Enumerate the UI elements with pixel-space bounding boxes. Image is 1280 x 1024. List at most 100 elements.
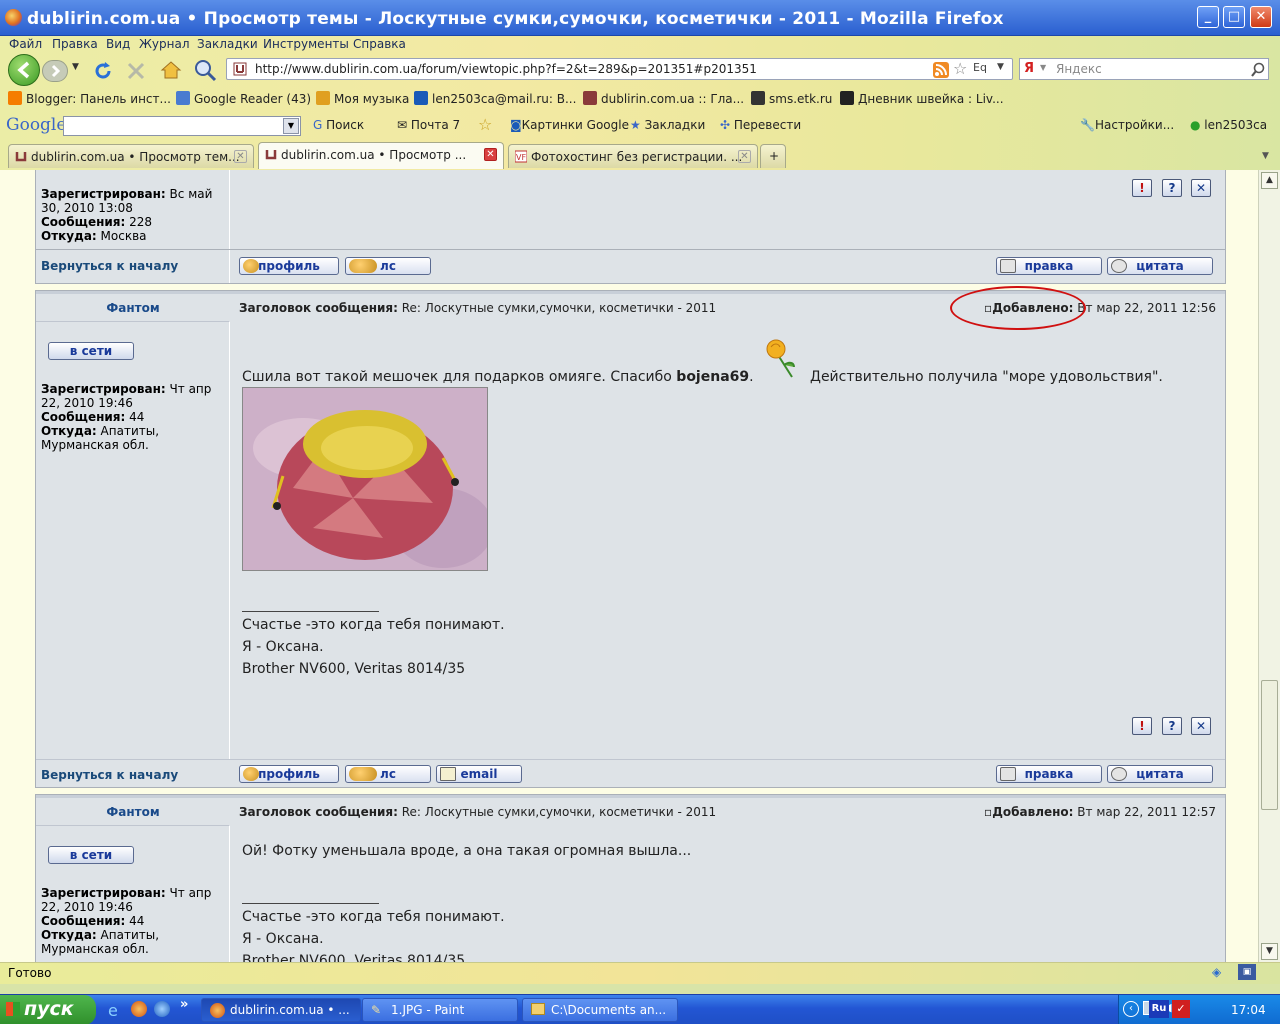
url-bar[interactable]: http://www.dublirin.com.ua/forum/viewtop… [226,58,1013,80]
new-tab-button[interactable]: + [760,144,786,168]
tab-dublirin-2[interactable]: dublirin.com.ua • Просмотр ... ✕ [258,142,504,169]
taskbar-explorer[interactable]: C:\Documents an... [522,998,678,1022]
home-icon[interactable] [160,60,182,80]
mail-icon [414,91,428,105]
google-search-dropdown-icon[interactable]: ▼ [283,118,299,134]
google-search-button[interactable]: G Поиск [313,118,364,132]
bookmark-item[interactable]: Моя музыка [316,91,409,106]
tab-close-icon[interactable]: ✕ [484,148,497,161]
menu-bookmarks[interactable]: Закладки [197,37,258,51]
bookmark-item[interactable]: dublirin.com.ua :: Гла... [583,91,744,106]
minimize-button[interactable]: _ [1197,6,1219,28]
quote-button[interactable]: цитата [1107,257,1213,275]
google-images-button[interactable]: ◙Картинки Google [510,118,629,132]
info-button[interactable]: ? [1162,717,1182,735]
bookmark-star-icon[interactable]: ☆ [953,59,967,78]
bookmark-item[interactable]: sms.etk.ru [751,91,832,106]
quote-button[interactable]: цитата [1107,765,1213,783]
antivirus-icon[interactable]: ✓ [1172,1000,1190,1018]
edit-button[interactable]: правка [996,257,1102,275]
online-status-button[interactable]: в сети [48,342,134,360]
tab-list-dropdown-icon[interactable]: ▼ [1262,151,1269,161]
tab-dublirin-1[interactable]: dublirin.com.ua • Просмотр тем... ✕ [8,144,254,168]
search-icon[interactable] [1250,62,1266,78]
google-mail-button[interactable]: ✉ Почта 7 [397,118,460,132]
addon-icon[interactable]: ▣ [1238,964,1256,980]
tray-collapse-icon[interactable]: ‹ [1123,1001,1139,1017]
forward-button[interactable] [42,60,68,82]
search-bar[interactable]: Я ▼ Яндекс [1019,58,1269,80]
menu-history[interactable]: Журнал [139,37,190,51]
email-button[interactable]: email [436,765,522,783]
bookmark-item[interactable]: Blogger: Панель инст... [8,91,171,106]
search-engine-dropdown-icon[interactable]: ▼ [1040,63,1046,72]
firefox-icon [5,9,22,26]
pm-button[interactable]: лс [345,257,431,275]
search-input[interactable]: Яндекс [1056,62,1102,76]
profile-button[interactable]: профиль [239,765,339,783]
bookmark-item[interactable]: len2503ca@mail.ru: В... [414,91,576,106]
post-author[interactable]: Фантом [36,805,230,819]
edit-button[interactable]: правка [996,765,1102,783]
close-window-button[interactable]: ✕ [1250,6,1272,28]
google-account-button[interactable]: ● len2503ca [1190,118,1267,132]
menu-file[interactable]: Файл [9,37,42,51]
history-dropdown-icon[interactable]: ▼ [72,62,79,72]
start-button[interactable]: пуск [0,995,96,1024]
tab-close-icon[interactable]: ✕ [738,150,751,163]
google-translate-button[interactable]: ✣ Перевести [720,118,801,132]
maximize-button[interactable]: □ [1223,6,1245,28]
signature-line: Счастье -это когда тебя понимают. [242,617,505,633]
keyboard-layout-icon[interactable]: Ru [1149,1000,1169,1018]
window-titlebar[interactable]: dublirin.com.ua • Просмотр темы - Лоскут… [0,0,1280,36]
rss-icon[interactable] [933,62,949,78]
menu-help[interactable]: Справка [353,37,406,51]
signature-divider [242,611,379,612]
taskbar-firefox[interactable]: dublirin.com.ua • ... [201,998,361,1022]
back-to-top-link[interactable]: Вернуться к началу [41,259,178,273]
scrollbar-thumb[interactable] [1261,680,1278,810]
messenger-icon[interactable] [154,1001,170,1017]
reload-icon[interactable] [92,60,114,82]
scroll-down-icon[interactable]: ▼ [1261,943,1278,960]
firefox-quicklaunch-icon[interactable] [131,1001,147,1017]
google-search-input[interactable]: ▼ [63,116,301,136]
bookmark-item[interactable]: Google Reader (43) [176,91,311,106]
url-dropdown-icon[interactable]: ▼ [997,62,1004,72]
user-info: Зарегистрирован: Чт апр 22, 2010 19:46 С… [41,886,212,956]
online-status-button[interactable]: в сети [48,846,134,864]
language-icon[interactable]: Eq [973,61,987,74]
star-icon[interactable]: ☆ [478,115,492,134]
delete-button[interactable]: ✕ [1191,179,1211,197]
google-reader-icon [176,91,190,105]
firefox-icon [210,1003,225,1018]
taskbar-paint[interactable]: ✎ 1.JPG - Paint [362,998,518,1022]
post-body-text: Сшила вот такой мешочек для подарков оми… [242,369,754,385]
zoom-icon[interactable] [192,58,218,82]
pm-button[interactable]: лс [345,765,431,783]
scroll-up-icon[interactable]: ▲ [1261,172,1278,189]
network-icon[interactable]: ◈ [1212,965,1221,979]
vf-icon: VF [515,150,527,163]
report-button[interactable]: ! [1132,717,1152,735]
tab-close-icon[interactable]: ✕ [234,150,247,163]
stop-icon[interactable] [126,61,146,81]
post-photo-bag[interactable] [242,387,488,571]
back-button[interactable] [8,54,40,86]
menu-edit[interactable]: Правка [52,37,98,51]
back-to-top-link[interactable]: Вернуться к началу [41,768,178,782]
google-bookmarks-button[interactable]: ★ Закладки [630,118,705,132]
menu-tools[interactable]: Инструменты [263,37,349,51]
tab-photohosting[interactable]: VF Фотохостинг без регистрации. ... ✕ [508,144,758,168]
google-settings-button[interactable]: 🔧Настройки... [1080,118,1174,132]
ie-icon[interactable]: e [108,1001,118,1020]
report-button[interactable]: ! [1132,179,1152,197]
quicklaunch-more-icon[interactable]: » [180,997,188,1012]
info-button[interactable]: ? [1162,179,1182,197]
bookmark-item[interactable]: Дневник швейка : Liv... [840,91,1004,106]
vertical-scrollbar[interactable]: ▲ ▼ [1258,170,1280,962]
menu-view[interactable]: Вид [106,37,130,51]
profile-button[interactable]: профиль [239,257,339,275]
post-author[interactable]: Фантом [36,301,230,315]
delete-button[interactable]: ✕ [1191,717,1211,735]
